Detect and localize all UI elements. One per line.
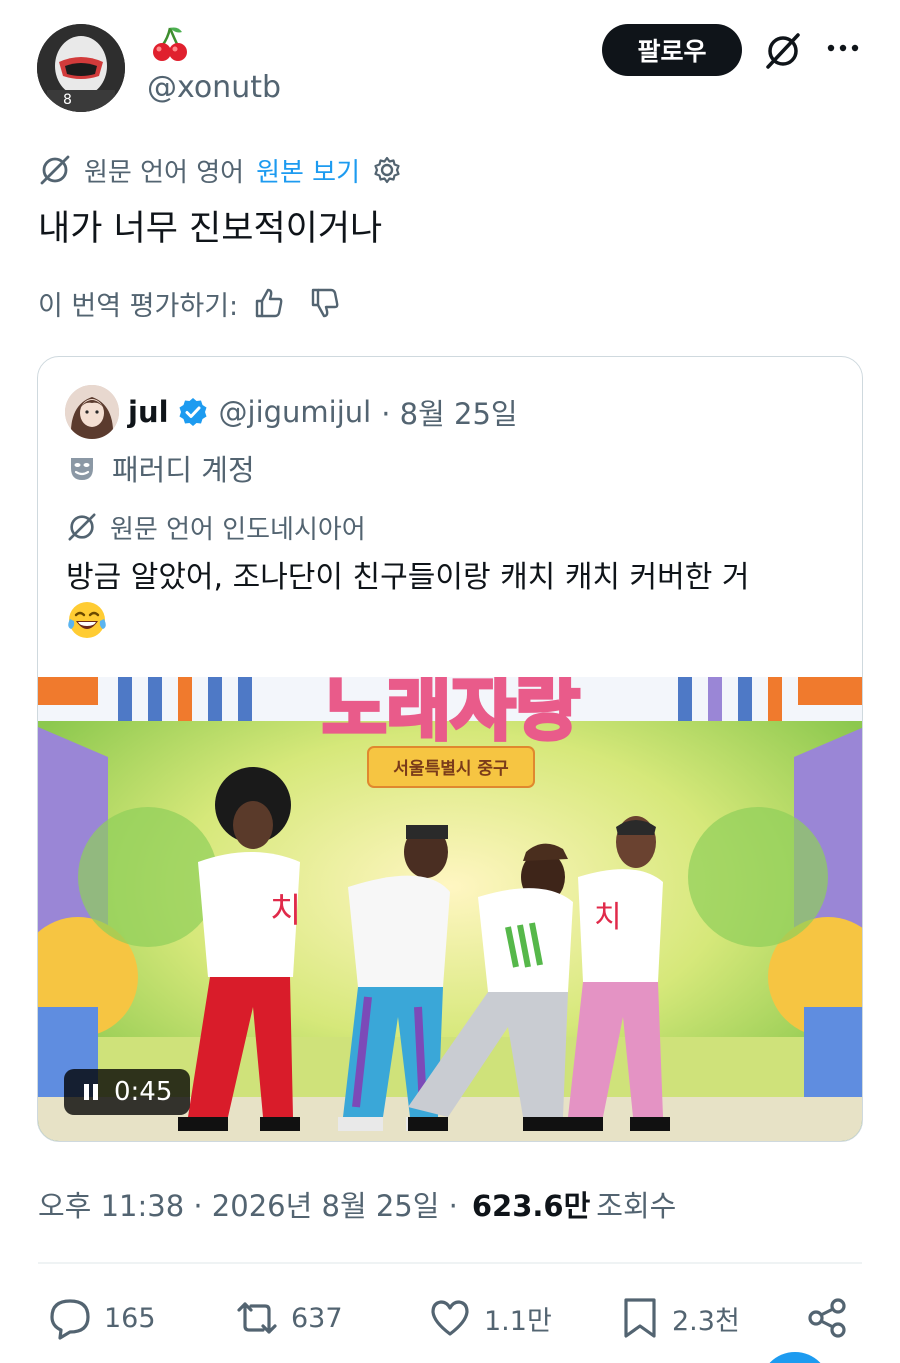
shirt-text: 치: [594, 900, 622, 935]
divider: [38, 1262, 862, 1264]
quote-header: jul @jigumijul · 8월 25일: [128, 390, 518, 434]
thumbs-down-icon[interactable]: [308, 286, 342, 320]
author-handle[interactable]: @xonutb: [147, 70, 281, 105]
bookmark-button[interactable]: 2.3천: [620, 1292, 740, 1344]
reply-icon: [50, 1299, 90, 1340]
quote-date[interactable]: · 8월 25일: [381, 391, 517, 433]
translate-icon: [68, 513, 96, 541]
rate-translation-label: 이 번역 평가하기:: [38, 290, 239, 322]
gear-icon[interactable]: [372, 155, 402, 185]
show-banner-text: 서울특별시 중구: [393, 759, 509, 779]
pause-icon[interactable]: [78, 1080, 114, 1104]
parody-mask-icon: [71, 458, 93, 480]
reply-count: 165: [104, 1302, 156, 1334]
share-icon: [808, 1298, 846, 1338]
quote-text: 방금 알았어, 조나단이 친구들이랑 캐치 캐치 커버한 거: [66, 560, 750, 595]
like-count: 1.1만: [484, 1305, 552, 1337]
more-options-icon[interactable]: [825, 38, 861, 58]
video-player[interactable]: 노래자랑 서울특별시 중구 치 치 0:45: [38, 677, 862, 1141]
bookmark-count: 2.3천: [672, 1305, 740, 1337]
heart-icon: [431, 1300, 469, 1336]
quote-author-name[interactable]: jul: [128, 395, 169, 429]
video-time-text: 0:45: [114, 1077, 173, 1107]
svg-text:8: 8: [63, 92, 72, 108]
quote-author-handle[interactable]: @jigumijul: [219, 395, 372, 429]
follow-button[interactable]: 팔로우: [602, 24, 742, 76]
laughing-tears-emoji-icon: [66, 599, 108, 641]
translate-icon: [40, 155, 70, 185]
tweet-time[interactable]: 오후 11:38 · 2026년 8월 25일 ·: [38, 1183, 458, 1225]
tweet-meta: 오후 11:38 · 2026년 8월 25일 · 623.6만 조회수: [38, 1182, 676, 1226]
view-original-link[interactable]: 원본 보기: [256, 152, 360, 189]
quote-source-label: 원문 언어 인도네시아어: [110, 514, 366, 545]
tweet-text: 내가 너무 진보적이거나: [38, 209, 383, 249]
parody-label-text: 패러디 계정: [112, 453, 255, 487]
share-button[interactable]: [806, 1292, 862, 1344]
show-title-text: 노래자랑: [322, 677, 580, 750]
translation-source-label: 원문 언어 영어: [84, 157, 245, 188]
quoted-tweet[interactable]: jul @jigumijul · 8월 25일 패러디 계정 원문 언어 인도네…: [37, 356, 863, 1142]
views-label: 조회수: [596, 1189, 677, 1223]
cherry-emoji-icon: [150, 24, 190, 64]
reply-button[interactable]: 165: [48, 1292, 156, 1344]
verified-badge-icon: [179, 398, 207, 426]
quote-author-avatar[interactable]: [65, 385, 119, 439]
translation-info: 원문 언어 영어 원본 보기: [38, 150, 402, 190]
view-count: 623.6만: [471, 1189, 591, 1223]
compose-fab[interactable]: [760, 1352, 830, 1363]
parody-account-label: 패러디 계정: [66, 446, 255, 490]
author-avatar[interactable]: 8: [37, 24, 125, 112]
repost-button[interactable]: 637: [235, 1292, 343, 1344]
rate-translation: 이 번역 평가하기:: [38, 283, 342, 323]
grok-icon[interactable]: [762, 30, 804, 72]
video-timestamp[interactable]: 0:45: [64, 1069, 190, 1115]
repost-icon: [237, 1302, 277, 1334]
bookmark-icon: [624, 1298, 656, 1338]
like-button[interactable]: 1.1만: [428, 1292, 552, 1344]
repost-count: 637: [291, 1302, 343, 1334]
shirt-text: 치: [270, 891, 301, 931]
thumbs-up-icon[interactable]: [252, 286, 286, 320]
quote-translation-info: 원문 언어 인도네시아어: [66, 507, 366, 547]
